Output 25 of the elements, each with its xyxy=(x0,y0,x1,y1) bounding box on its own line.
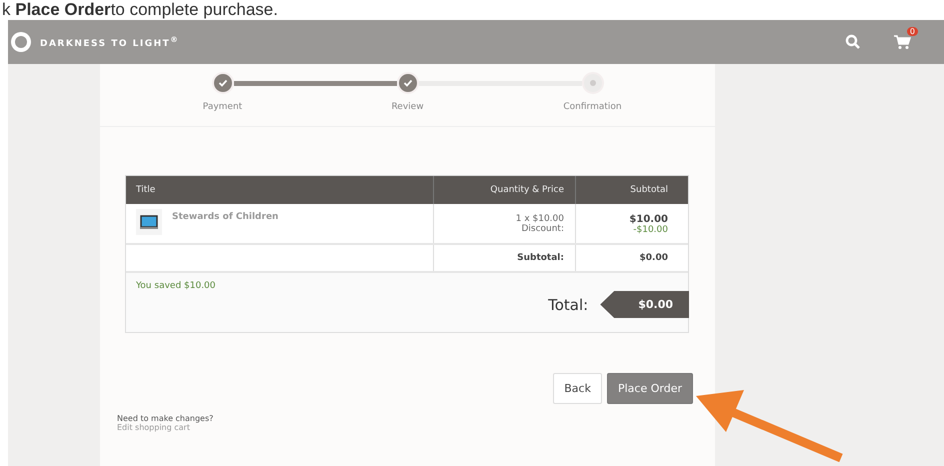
subtotal-label: Subtotal: xyxy=(433,245,575,271)
cart-button[interactable]: 0 xyxy=(893,27,918,50)
brand-name[interactable]: DARKNESS TO LIGHT$^{®}$ xyxy=(40,35,180,49)
back-button[interactable]: Back xyxy=(553,373,602,404)
column-header: Title xyxy=(135,185,156,195)
laptop-icon xyxy=(136,209,162,235)
changes-note: Need to make changes? xyxy=(117,414,214,423)
discount-amount: -$10.00 xyxy=(633,225,668,235)
place-order-button[interactable]: Place Order xyxy=(606,373,693,404)
line-price: $10.00 xyxy=(629,214,668,225)
edit-cart-link[interactable]: Edit shopping cart xyxy=(117,423,715,432)
step-label: Review xyxy=(391,102,424,112)
product-name[interactable]: Stewards of Children xyxy=(172,209,278,222)
total-label: Total: xyxy=(548,296,588,314)
step-label: Payment xyxy=(202,102,242,112)
discount-label: Discount: xyxy=(521,224,564,234)
savings-text: You saved $10.00 xyxy=(136,281,217,291)
cart-icon xyxy=(893,34,911,50)
step-label: Confirmation xyxy=(563,102,622,112)
quantity-price: 1 x $10.00 xyxy=(516,214,564,224)
subtotal-amount: $0.00 xyxy=(575,245,688,271)
total-amount: $0.00 xyxy=(600,291,689,318)
instruction-text: k Place Orderto complete purchase. xyxy=(1,0,279,20)
cart-count-badge: 0 xyxy=(906,27,918,36)
search-icon[interactable] xyxy=(845,34,861,50)
